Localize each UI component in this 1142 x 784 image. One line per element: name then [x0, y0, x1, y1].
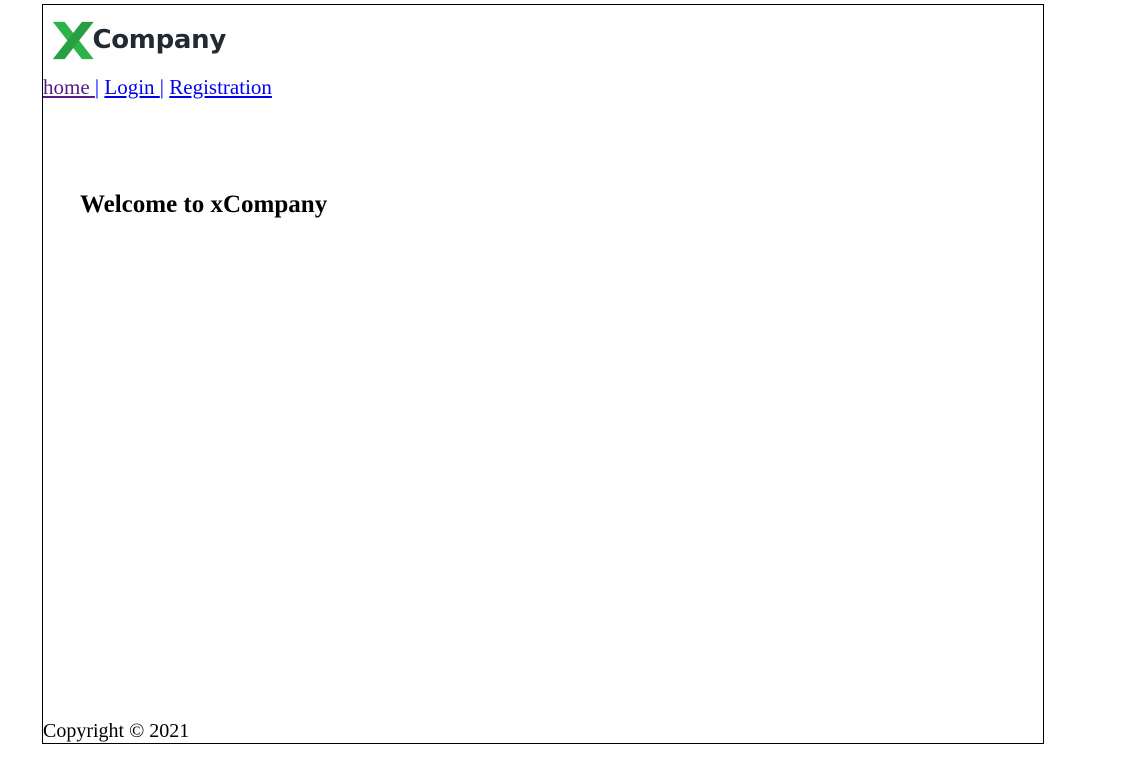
main-nav: home | Login | Registration	[43, 75, 272, 100]
nav-separator: |	[94, 75, 100, 99]
logo-text: Company	[92, 25, 226, 55]
nav-link-login[interactable]: Login	[104, 75, 159, 99]
welcome-heading: Welcome to xCompany	[80, 191, 328, 218]
page-frame: Company home | Login | Registration Welc…	[42, 4, 1044, 744]
nav-link-registration[interactable]: Registration	[169, 75, 272, 99]
nav-link-home[interactable]: home	[43, 75, 95, 99]
copyright-footer: Copyright © 2021	[43, 720, 190, 742]
nav-separator: |	[159, 75, 165, 99]
x-logo-icon	[52, 21, 94, 60]
company-logo[interactable]: Company	[51, 15, 226, 65]
